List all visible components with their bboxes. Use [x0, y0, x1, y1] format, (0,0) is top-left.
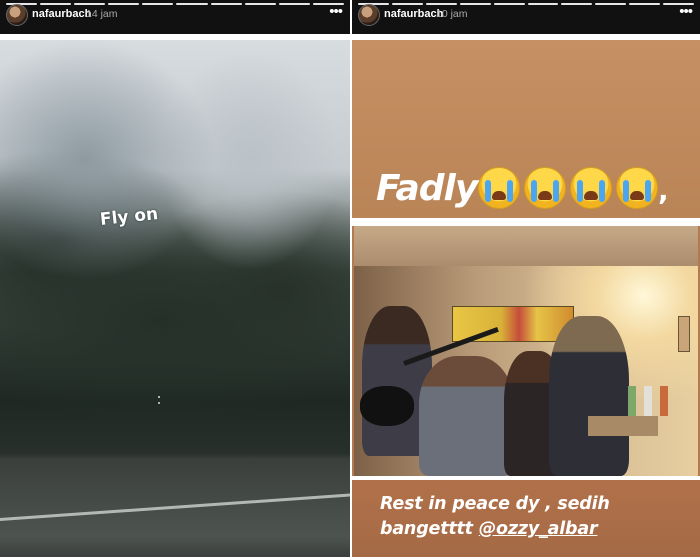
caption-comma: ,: [658, 174, 669, 207]
story-caption-title: Fadly: [376, 168, 478, 209]
story-photo: [0, 40, 350, 557]
story-right[interactable]: nafaurbach 10 jam ••• Fadly , Rest in pe…: [352, 0, 700, 557]
progress-bar: [358, 3, 695, 5]
table: [588, 416, 658, 436]
person: [549, 316, 629, 476]
username[interactable]: nafaurbach: [32, 8, 91, 20]
story-header: nafaurbach 14 jam •••: [0, 0, 350, 36]
timestamp: 10 jam: [436, 8, 468, 20]
dots: [158, 392, 164, 408]
story-photo: [354, 226, 698, 476]
mention-link[interactable]: @ozzy_albar: [479, 519, 598, 539]
more-options-icon[interactable]: •••: [329, 3, 343, 20]
divider: [352, 34, 700, 40]
story-caption: Rest in peace dy , sedih bangetttt @ozzy…: [380, 492, 680, 542]
caption-line: Rest in peace dy , sedih: [380, 494, 610, 514]
progress-bar: [6, 3, 344, 5]
story-header: nafaurbach 10 jam •••: [352, 0, 700, 36]
timestamp: 14 jam: [86, 8, 118, 20]
avatar[interactable]: [358, 4, 380, 26]
bottles: [628, 386, 668, 416]
story-left[interactable]: nafaurbach 14 jam ••• Fly on: [0, 0, 350, 557]
person: [419, 356, 514, 476]
crying-face-icon: [478, 167, 520, 209]
ceiling: [354, 226, 698, 266]
caption-line: bangetttt: [380, 519, 479, 539]
crying-face-icon: [616, 167, 658, 209]
crying-face-icon: [570, 167, 612, 209]
more-options-icon[interactable]: •••: [679, 3, 693, 20]
wall-frame: [678, 316, 690, 352]
guitar: [360, 386, 414, 426]
crying-face-icon: [524, 167, 566, 209]
divider: [352, 218, 700, 226]
username[interactable]: nafaurbach: [384, 8, 443, 20]
emoji-row: [478, 167, 658, 209]
divider: [0, 34, 350, 40]
avatar[interactable]: [6, 4, 28, 26]
